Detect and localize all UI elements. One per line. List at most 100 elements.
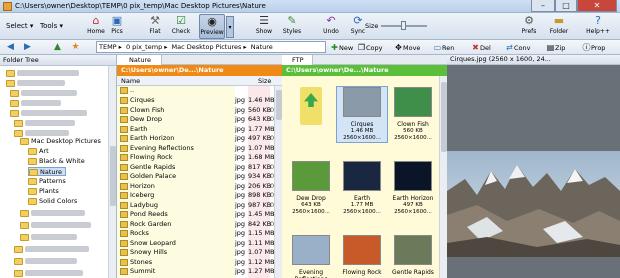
move-button[interactable]: ✥Move: [394, 42, 420, 53]
list-item[interactable]: Gentle Rapidsjpg817 KB07: [117, 163, 278, 172]
menu-select[interactable]: Select ▾: [6, 22, 33, 30]
delete-button[interactable]: ✖Del: [471, 42, 491, 53]
list-item[interactable]: Clown Fishjpg560 KB07: [117, 106, 278, 115]
thumbnail[interactable]: Cirques 1.46 MB 2560×1600...: [336, 86, 388, 143]
list-item[interactable]: Evening Reflectionsjpg1.07 MB07: [117, 144, 278, 153]
column-header-size[interactable]: Size: [248, 76, 282, 86]
tab-nature[interactable]: Nature: [117, 55, 163, 65]
thumbnail[interactable]: Evening Reflections: [286, 235, 336, 278]
list-item[interactable]: Flowing Rockjpg1.68 MB07: [117, 153, 278, 162]
rename-button[interactable]: ▭Ren: [433, 42, 455, 53]
up-button[interactable]: ▲: [52, 42, 63, 53]
thumbnail[interactable]: Earth Horizon 497 KB 2560×1600...: [388, 161, 438, 216]
list-scrollbar[interactable]: [274, 86, 282, 278]
tree-scrollbar[interactable]: [108, 66, 116, 278]
breadcrumb-pix-temp[interactable]: 0 pix_temp: [124, 42, 164, 52]
preview-button[interactable]: ◉ Preview: [199, 14, 225, 39]
tree-item-hidden[interactable]: [20, 233, 77, 242]
sync-button[interactable]: ⟳ Sync: [350, 14, 366, 39]
properties-button[interactable]: ⓘProp: [582, 42, 606, 53]
list-item[interactable]: Stonesjpg1.12 MB07: [117, 258, 278, 267]
list-item[interactable]: Horizonjpg206 KB07: [117, 182, 278, 191]
favorites-button[interactable]: ★: [70, 42, 81, 53]
prefs-button[interactable]: ⚙ Prefs: [520, 14, 538, 39]
list-item[interactable]: Summitjpg1.27 MB07: [117, 267, 278, 276]
tree-item-hidden[interactable]: [20, 221, 91, 230]
minimize-button[interactable]: –: [531, 0, 555, 12]
list-item[interactable]: Pond Reedsjpg1.45 MB07: [117, 210, 278, 219]
list-item[interactable]: Snow Leopardjpg1.11 MB07: [117, 239, 278, 248]
copy-button[interactable]: ❐Copy: [357, 42, 383, 53]
tree-item-hidden[interactable]: [6, 79, 65, 88]
tree-item-plants[interactable]: Plants: [28, 187, 59, 196]
tree-item-hidden[interactable]: [14, 257, 77, 266]
pics-button[interactable]: ▣ Pics: [108, 14, 126, 39]
list-item[interactable]: Earth Horizonjpg497 KB07: [117, 134, 278, 143]
tree-item-hidden[interactable]: [10, 99, 61, 108]
thumbs-scrollbar[interactable]: [439, 76, 447, 278]
convert-button[interactable]: ⇄Conv: [505, 42, 530, 53]
pictures-icon: ▣: [111, 14, 123, 27]
zip-button[interactable]: ▤Zip: [546, 42, 566, 53]
tree-item-black-white[interactable]: Black & White: [28, 157, 85, 166]
address-bar[interactable]: TEMP ▸ 0 pix_temp ▸ Mac Desktop Pictures ▸ …: [96, 41, 326, 53]
column-header-name[interactable]: Name: [117, 76, 235, 86]
image-file-icon: [120, 154, 128, 161]
back-button[interactable]: ◀: [5, 42, 16, 53]
list-item[interactable]: Golden Palacejpg934 KB07: [117, 172, 278, 181]
close-button[interactable]: ✕: [577, 0, 617, 12]
preview-dropdown[interactable]: ▾: [226, 16, 234, 38]
thumbnail[interactable]: Dew Drop 643 KB 2560×1600...: [286, 161, 336, 216]
tree-item-art[interactable]: Art: [28, 147, 49, 156]
size-slider[interactable]: [381, 21, 427, 30]
list-item[interactable]: Ladybugjpg987 KB07: [117, 201, 278, 210]
list-item[interactable]: Earthjpg1.77 MB07: [117, 125, 278, 134]
list-tab-strip: Nature: [117, 55, 282, 65]
thumbnail[interactable]: Earth 1.77 MB 2560×1600...: [337, 161, 387, 216]
menu-tools[interactable]: Tools ▾: [40, 22, 63, 30]
list-item[interactable]: Rocksjpg1.15 MB07: [117, 229, 278, 238]
thumbnail-info: 497 KB 2560×1600...: [394, 202, 432, 215]
undo-button[interactable]: ↶ Undo: [323, 14, 339, 39]
new-button[interactable]: ✚New: [330, 42, 353, 53]
tab-ftp[interactable]: FTP: [282, 55, 313, 65]
tree-item-hidden[interactable]: [20, 209, 85, 218]
tree-item-solid-colors[interactable]: Solid Colors: [28, 197, 77, 206]
thumbnail-image: [343, 235, 381, 265]
tree-item-nature[interactable]: Nature: [28, 167, 67, 176]
help-button[interactable]: ? Help++: [586, 14, 610, 39]
tree-item-patterns[interactable]: Patterns: [28, 177, 66, 186]
show-button[interactable]: ☰ Show: [254, 14, 274, 39]
list-item[interactable]: Snowy Hillsjpg1.07 MB07: [117, 248, 278, 257]
breadcrumb-temp[interactable]: TEMP: [97, 42, 119, 52]
tree-item-hidden[interactable]: [14, 119, 75, 128]
folder-button[interactable]: ▬ Folder: [547, 14, 571, 39]
tree-item-hidden[interactable]: [10, 89, 77, 98]
tree-item-hidden[interactable]: [14, 245, 89, 254]
show-icon: ☰: [259, 14, 269, 27]
tree-item-hidden[interactable]: [10, 109, 87, 118]
tree-item-mac-desktop-pictures[interactable]: Mac Desktop Pictures: [20, 137, 101, 146]
forward-button[interactable]: ▶: [22, 42, 33, 53]
list-item[interactable]: Icebergjpg898 KB07: [117, 191, 278, 200]
home-button[interactable]: ⌂ Home: [86, 14, 106, 39]
breadcrumb-mac-desktop-pictures[interactable]: Mac Desktop Pictures: [170, 42, 244, 52]
list-item[interactable]: Rock Gardenjpg842 KB07: [117, 220, 278, 229]
tree-item-hidden[interactable]: [14, 269, 83, 278]
thumbnail[interactable]: Clown Fish 560 KB 2560×1600...: [388, 87, 438, 142]
breadcrumb-nature[interactable]: Nature: [249, 42, 275, 52]
column-header-ext[interactable]: [235, 76, 248, 86]
list-item[interactable]: Cirquesjpg1.46 MB07: [117, 96, 278, 105]
styles-button[interactable]: ✎ Styles: [281, 14, 303, 39]
maximize-button[interactable]: □: [555, 0, 577, 12]
thumbnail[interactable]: Flowing Rock: [337, 235, 387, 276]
flat-button[interactable]: ⚒ Flat: [147, 14, 163, 39]
thumbnail-updir[interactable]: [286, 87, 336, 129]
check-button[interactable]: ☑ Check: [171, 14, 191, 39]
size-slider-handle[interactable]: [401, 21, 406, 30]
tree-item-hidden[interactable]: [6, 69, 79, 78]
thumbnail[interactable]: Gentle Rapids: [388, 235, 438, 276]
list-item[interactable]: Dew Dropjpg643 KB07: [117, 115, 278, 124]
list-path-bar: C:\Users\owner\De...\Nature: [117, 65, 282, 76]
list-item-updir[interactable]: ..: [117, 86, 274, 95]
